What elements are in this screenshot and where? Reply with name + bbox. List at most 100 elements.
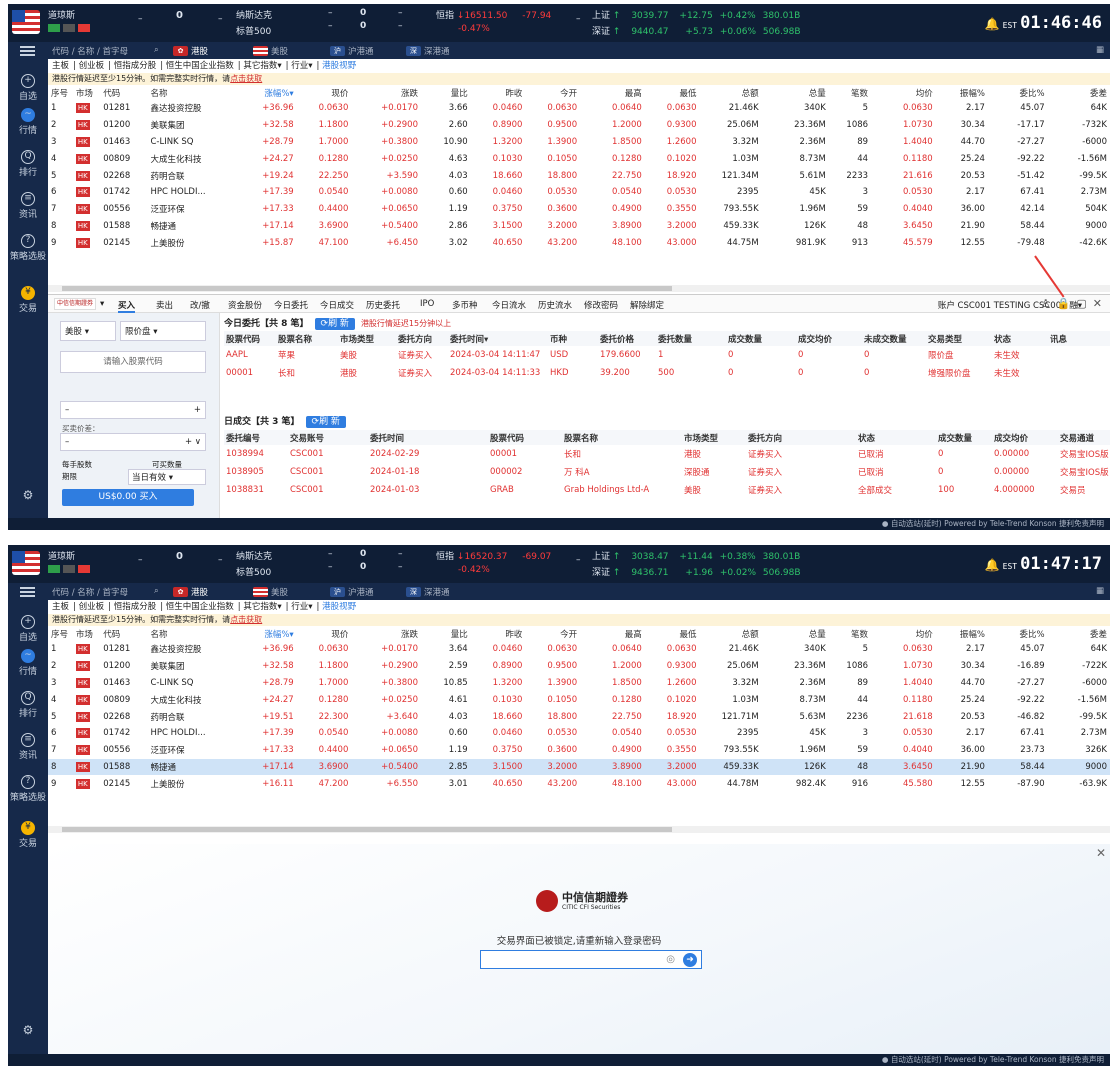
nav-rank[interactable]: Q 排行 <box>8 150 48 178</box>
table-row[interactable]: 1038905 CSC001 2024-01-18 000002 万 科A 深股通 证券买入… <box>224 463 1110 481</box>
qty-stepper[interactable]: – + ∨ <box>60 433 206 451</box>
minus-icon[interactable]: – <box>65 405 69 415</box>
price-stepper[interactable]: – + <box>60 401 206 419</box>
subtab-gem[interactable]: 创业板 <box>79 61 105 71</box>
price-type-select[interactable]: 限价盘 ▾ <box>120 321 206 341</box>
tab-today-deals[interactable]: 今日成交 <box>320 299 354 311</box>
column-header[interactable]: 涨跌 <box>351 626 421 641</box>
submit-arrow-button[interactable]: ➜ <box>683 953 697 967</box>
table-row[interactable]: 7 HK 00556 泛亚环保 +17.33 0.4400 +0.0650 1.19 0.375… <box>48 201 1110 218</box>
nav-fav[interactable]: + 自选 <box>8 74 48 102</box>
nav-quote[interactable]: ~ 行情 <box>8 108 48 136</box>
nav-trade[interactable]: ¥ 交易 <box>8 821 48 849</box>
subtab-gem[interactable]: 创业板 <box>79 602 105 612</box>
column-header[interactable]: 笔数 <box>829 85 871 100</box>
table-row[interactable]: 1038994 CSC001 2024-02-29 00001 长和 港股 证券买入 已取消 0… <box>224 445 1110 463</box>
table-row[interactable]: AAPL 苹果 美股 证券买入 2024-03-04 14:11:47 USD 179.66… <box>224 346 1110 364</box>
column-header[interactable]: 涨跌 <box>351 85 421 100</box>
column-header[interactable]: 现价 <box>297 85 352 100</box>
column-header[interactable]: 振幅% <box>936 85 988 100</box>
close-icon[interactable]: ✕ <box>1093 297 1108 310</box>
settings-icon[interactable]: ⚙ <box>20 1023 36 1037</box>
us-flag-icon[interactable] <box>12 551 40 575</box>
table-row[interactable]: 6 HK 01742 HPC HOLDI... +17.39 0.0540 +0.0080 0… <box>48 184 1110 201</box>
deals-refresh-button[interactable]: ⟳刷 新 <box>305 416 346 428</box>
column-header[interactable]: 最高 <box>580 626 645 641</box>
table-row[interactable]: 4 HK 00809 大成生化科技 +24.27 0.1280 +0.0250 4.61 0.1… <box>48 691 1110 708</box>
column-header[interactable]: 代码 <box>100 85 147 100</box>
column-header[interactable]: 涨幅%▾ <box>227 85 297 100</box>
column-header[interactable]: 最低 <box>645 85 700 100</box>
tab-history-orders[interactable]: 历史委托 <box>366 299 400 311</box>
minus-icon[interactable]: – <box>65 437 69 447</box>
lock-icon[interactable]: 🔒 <box>1057 297 1077 310</box>
us-flag-icon[interactable] <box>12 10 40 34</box>
column-header[interactable]: 序号 <box>48 85 73 100</box>
user-icon[interactable]: ♙ <box>1041 297 1057 310</box>
table-row[interactable]: 9 HK 02145 上美股份 +16.11 47.200 +6.550 3.01 40.650… <box>48 775 1110 792</box>
tab-modify[interactable]: 改/撤 <box>190 299 210 311</box>
table-row[interactable]: 3 HK 01463 C-LINK SQ +28.79 1.7000 +0.3800 10.8… <box>48 675 1110 692</box>
tab-buy[interactable]: 买入 <box>118 299 136 313</box>
column-header[interactable]: 昨收 <box>471 85 526 100</box>
column-header[interactable]: 委比% <box>988 85 1048 100</box>
column-header[interactable]: 最高 <box>580 85 645 100</box>
column-header[interactable]: 现价 <box>297 626 352 641</box>
notice-link[interactable]: 点击获取 <box>230 74 262 83</box>
column-header[interactable]: 委差 <box>1048 626 1110 641</box>
table-row[interactable]: 2 HK 01200 美联集团 +32.58 1.1800 +0.2900 2.60 0.890… <box>48 117 1110 134</box>
nav-fav[interactable]: + 自选 <box>8 615 48 643</box>
column-header[interactable]: 总量 <box>762 85 829 100</box>
subtab-other-index[interactable]: 其它指数▾ <box>243 61 281 71</box>
nav-strategy[interactable]: ? 策略选股 <box>8 234 48 262</box>
column-header[interactable]: 最低 <box>645 626 700 641</box>
notice-link[interactable]: 点击获取 <box>230 615 262 624</box>
column-header[interactable]: 市场 <box>73 85 100 100</box>
subtab-hscei[interactable]: 恒生中国企业指数 <box>166 602 234 612</box>
column-header[interactable]: 委差 <box>1048 85 1110 100</box>
dropdown-arrow-icon[interactable]: ▾ <box>100 299 104 309</box>
column-header[interactable]: 量比 <box>421 626 471 641</box>
table-row[interactable]: 7 HK 00556 泛亚环保 +17.33 0.4400 +0.0650 1.19 0.375… <box>48 742 1110 759</box>
table-row[interactable]: 4 HK 00809 大成生化科技 +24.27 0.1280 +0.0250 4.63 0.1… <box>48 150 1110 167</box>
nav-rank[interactable]: Q 排行 <box>8 691 48 719</box>
tab-today-orders[interactable]: 今日委托 <box>274 299 308 311</box>
tab-multi-currency[interactable]: 多币种 <box>452 299 478 311</box>
column-header[interactable]: 昨收 <box>471 626 526 641</box>
menu-icon[interactable] <box>20 46 35 56</box>
column-header[interactable]: 今开 <box>525 626 580 641</box>
period-select[interactable]: 当日有效 ▾ <box>128 469 206 485</box>
column-header[interactable]: 均价 <box>871 626 936 641</box>
column-header[interactable]: 涨幅%▾ <box>227 626 297 641</box>
column-header[interactable]: 委比% <box>988 626 1048 641</box>
subtab-hsi[interactable]: 恒指成分股 <box>114 602 157 612</box>
tab-unbind[interactable]: 解除绑定 <box>630 299 664 311</box>
menu-icon[interactable] <box>20 587 35 597</box>
column-header[interactable]: 总额 <box>699 85 761 100</box>
scroll-thumb[interactable] <box>62 286 672 291</box>
subtab-main[interactable]: 主板 <box>52 602 69 612</box>
horizontal-scrollbar[interactable] <box>48 285 1110 292</box>
column-header[interactable]: 代码 <box>100 626 147 641</box>
tab-today-flow[interactable]: 今日流水 <box>492 299 526 311</box>
column-header[interactable]: 名称 <box>147 626 227 641</box>
plus-icon[interactable]: + <box>194 405 201 415</box>
table-row[interactable]: 9 HK 02145 上美股份 +15.87 47.100 +6.450 3.02 40.650… <box>48 234 1110 251</box>
column-header[interactable]: 序号 <box>48 626 73 641</box>
orders-refresh-button[interactable]: ⟳刷 新 <box>314 318 355 330</box>
tab-funds[interactable]: 资金股份 <box>228 299 262 311</box>
subtab-hk-vision[interactable]: 港股视野 <box>322 61 356 71</box>
table-row[interactable]: 1 HK 01281 鑫达投资控股 +36.96 0.0630 +0.0170 3.64 0.0… <box>48 641 1110 658</box>
subtab-main[interactable]: 主板 <box>52 61 69 71</box>
buy-button[interactable]: US$0.00 买入 <box>62 489 194 506</box>
table-row[interactable]: 00001 长和 港股 证券买入 2024-03-04 14:11:33 HKD 39.20… <box>224 364 1110 382</box>
subtab-hscei[interactable]: 恒生中国企业指数 <box>166 61 234 71</box>
market-select[interactable]: 美股 ▾ <box>60 321 116 341</box>
nav-news[interactable]: ≡ 资讯 <box>8 733 48 761</box>
table-row[interactable]: 8 HK 01588 畅捷通 +17.14 3.6900 +0.5400 2.85 3.1500… <box>48 758 1110 776</box>
scroll-thumb[interactable] <box>62 827 672 832</box>
column-header[interactable]: 均价 <box>871 85 936 100</box>
close-icon[interactable]: ✕ <box>1096 846 1106 860</box>
nav-quote[interactable]: ~ 行情 <box>8 649 48 677</box>
column-header[interactable]: 总量 <box>762 626 829 641</box>
